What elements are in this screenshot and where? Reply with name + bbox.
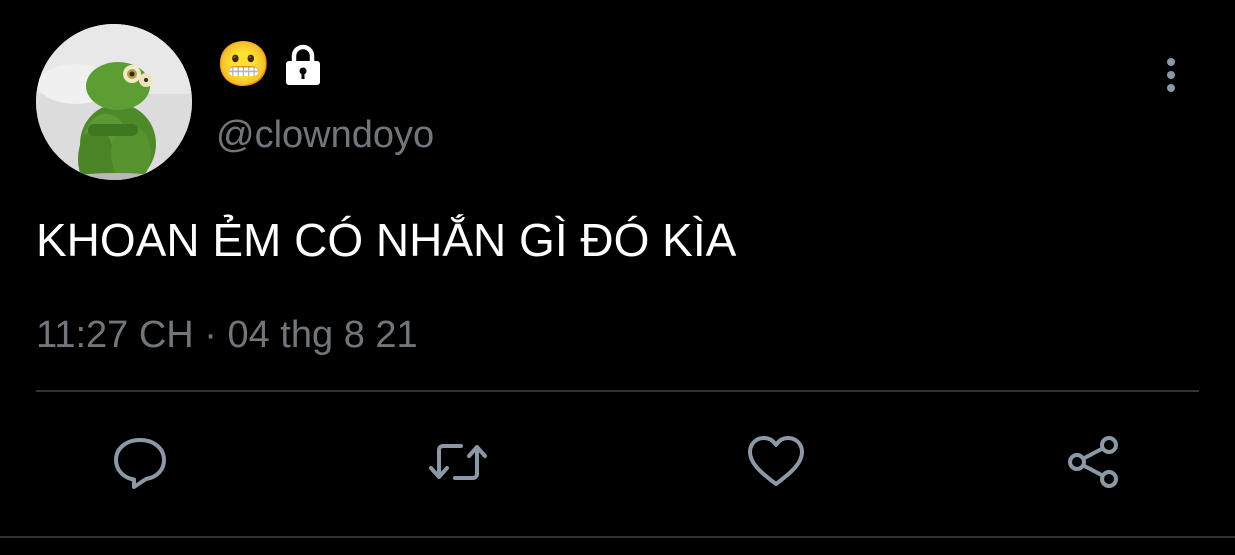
retweet-button[interactable] [428, 432, 488, 492]
comment-icon [114, 438, 166, 489]
like-button[interactable] [746, 432, 806, 492]
reply-button[interactable] [110, 432, 170, 492]
share-icon [1068, 436, 1118, 488]
bottom-divider [0, 536, 1235, 538]
divider [36, 390, 1199, 392]
avatar[interactable] [36, 24, 192, 180]
user-handle[interactable]: @clowndoyo [216, 112, 434, 158]
retweet-icon [429, 444, 487, 480]
heart-icon [748, 436, 804, 486]
tweet-card: 😬 @clowndoyo KHOAN ẺM CÓ NHẮN GÌ ĐÓ KÌA … [0, 0, 1235, 555]
share-button[interactable] [1064, 432, 1124, 492]
kermit-avatar-image [36, 24, 192, 180]
more-options-icon[interactable] [1158, 56, 1184, 96]
tweet-text: KHOAN ẺM CÓ NHẮN GÌ ĐÓ KÌA [36, 214, 737, 266]
tweet-timestamp[interactable]: 11:27 CH · 04 thg 8 21 [36, 312, 418, 358]
display-name-row[interactable]: 😬 [216, 40, 325, 90]
lock-icon [281, 43, 325, 87]
grimacing-face-emoji: 😬 [216, 39, 271, 90]
